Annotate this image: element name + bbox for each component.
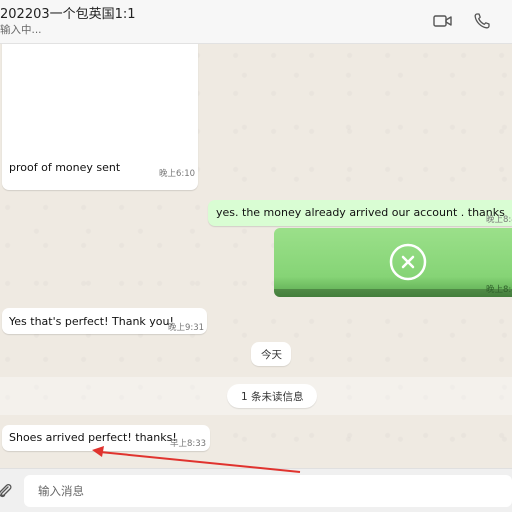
message-text: Shoes arrived perfect! thanks!: [9, 431, 177, 444]
video-progress-bar: [274, 289, 512, 297]
message-time: 早上8:33: [170, 439, 207, 449]
message-bubble-outgoing-video[interactable]: 晚上8:4: [274, 228, 512, 297]
message-bubble-incoming-image[interactable]: proof of money sent 晚上6:10: [2, 44, 198, 190]
chat-area[interactable]: proof of money sent 晚上6:10 yes. the mone…: [0, 44, 512, 468]
message-bubble-incoming[interactable]: Yes that's perfect! Thank you! 晚上9:31: [2, 308, 207, 334]
unread-divider-label: 1 条未读信息: [241, 391, 304, 403]
attach-icon[interactable]: [0, 481, 14, 501]
message-bubble-incoming[interactable]: Shoes arrived perfect! thanks! 早上8:33: [2, 425, 210, 451]
message-input[interactable]: [24, 475, 512, 507]
day-divider-label: 今天: [261, 349, 282, 361]
voice-call-icon[interactable]: [472, 11, 494, 31]
chat-header: 202203一个包英国1:1 输入中...: [0, 0, 512, 44]
typing-status: 输入中...: [0, 24, 42, 36]
message-text: yes. the money already arrived our accou…: [216, 206, 505, 219]
video-call-icon[interactable]: [432, 11, 454, 31]
message-text: Yes that's perfect! Thank you!: [9, 315, 174, 328]
day-divider: 今天: [251, 342, 291, 366]
message-bubble-outgoing[interactable]: yes. the money already arrived our accou…: [208, 200, 512, 226]
message-time: 晚上6:10: [159, 169, 196, 179]
unread-divider: 1 条未读信息: [227, 384, 317, 408]
contact-name[interactable]: 202203一个包英国1:1: [0, 3, 136, 22]
close-icon[interactable]: [388, 242, 428, 282]
message-time: 晚上9:31: [168, 323, 205, 333]
message-input-bar: [0, 468, 512, 512]
message-text: proof of money sent: [9, 161, 121, 174]
message-time: 晚上8:4: [486, 285, 512, 295]
message-time: 晚上8:4: [486, 215, 512, 225]
